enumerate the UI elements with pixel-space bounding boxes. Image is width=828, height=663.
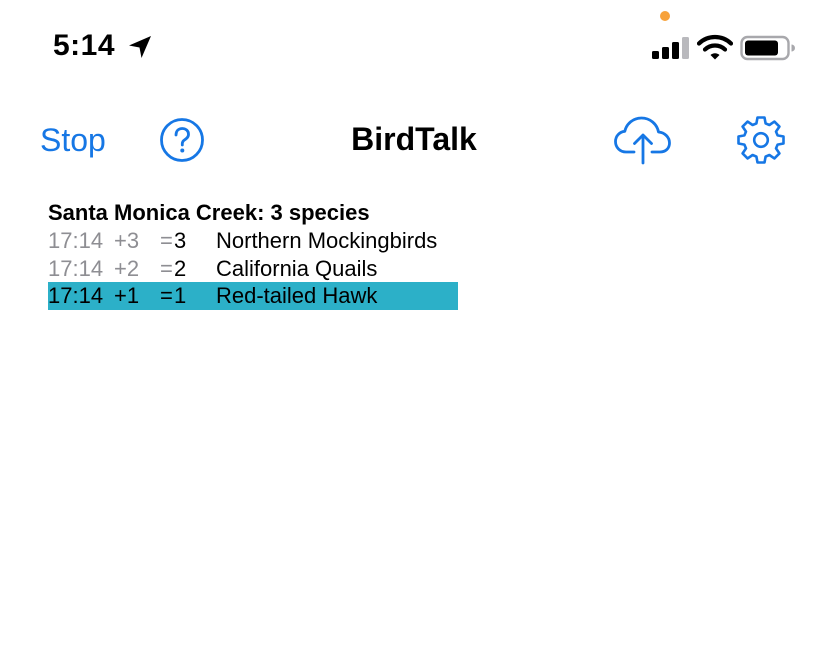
sighting-row-selected[interactable]: 17:14 +1 = 1 Red-tailed Hawk bbox=[48, 282, 458, 310]
location-arrow-icon bbox=[129, 36, 151, 58]
sighting-total: 3 bbox=[174, 228, 187, 253]
privacy-indicator-dot bbox=[660, 11, 670, 21]
cellular-signal-icon bbox=[652, 37, 689, 59]
sighting-time: 17:14 bbox=[48, 283, 104, 308]
sighting-time: 17:14 bbox=[48, 255, 104, 281]
sighting-row[interactable]: 17:14 +2 = 2 California Quails bbox=[48, 255, 458, 283]
nav-bar: Stop BirdTalk bbox=[0, 110, 828, 170]
wifi-icon bbox=[697, 35, 733, 60]
battery-icon bbox=[740, 35, 795, 61]
sighting-delta: +2 bbox=[114, 255, 140, 281]
sighting-total: 1 bbox=[174, 283, 187, 308]
sighting-row[interactable]: 17:14 +3 = 3 Northern Mockingbirds bbox=[48, 227, 458, 255]
sighting-equals: = bbox=[160, 283, 173, 308]
location-heading: Santa Monica Creek: 3 species bbox=[48, 200, 370, 225]
status-time: 5:14 bbox=[53, 29, 116, 62]
species-name: Northern Mockingbirds bbox=[216, 228, 438, 253]
species-name: Red-tailed Hawk bbox=[216, 283, 378, 308]
status-bar: 5:14 bbox=[0, 0, 828, 90]
cloud-upload-icon[interactable] bbox=[612, 112, 674, 166]
sighting-equals: = bbox=[160, 255, 173, 281]
sighting-delta: +3 bbox=[114, 228, 140, 253]
gear-icon[interactable] bbox=[736, 115, 786, 165]
species-name: California Quails bbox=[216, 255, 378, 281]
sighting-time: 17:14 bbox=[48, 228, 104, 253]
sightings-list: Santa Monica Creek: 3 species 17:14 +3 =… bbox=[48, 199, 458, 310]
page-title: BirdTalk bbox=[351, 121, 477, 157]
sighting-total: 2 bbox=[174, 255, 187, 281]
sighting-equals: = bbox=[160, 228, 173, 253]
sighting-delta: +1 bbox=[114, 283, 140, 308]
